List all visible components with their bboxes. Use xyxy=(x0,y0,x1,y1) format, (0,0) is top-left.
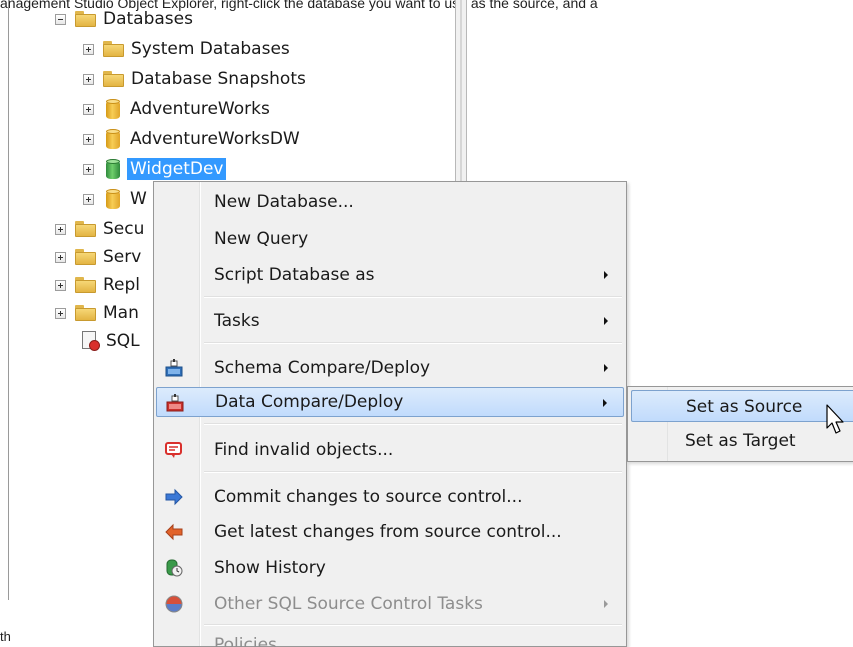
menu-item-label: Policies xyxy=(214,635,277,647)
tree-node-label: Databases xyxy=(103,9,193,29)
menu-item-new-query[interactable]: New Query xyxy=(156,224,624,254)
collapse-icon[interactable] xyxy=(55,13,66,25)
menu-item-policies[interactable]: Policies xyxy=(156,631,624,647)
submenu-item-label: Set as Source xyxy=(686,397,803,417)
menu-item-get-latest-changes[interactable]: Get latest changes from source control..… xyxy=(156,517,624,547)
submenu-arrow-icon xyxy=(604,271,608,279)
pane-splitter[interactable] xyxy=(455,0,467,184)
tree-node-label: AdventureWorks xyxy=(130,99,270,119)
expand-icon[interactable] xyxy=(83,163,94,175)
submenu-arrow-icon xyxy=(603,399,607,407)
submenu-arrow-icon xyxy=(604,600,608,608)
history-icon xyxy=(166,559,183,577)
menu-item-data-compare-deploy[interactable]: Data Compare/Deploy xyxy=(156,387,624,417)
menu-item-script-database-as[interactable]: Script Database as xyxy=(156,260,624,290)
tree-node-databases[interactable]: Databases xyxy=(55,6,193,32)
database-icon xyxy=(106,98,120,120)
tree-node-database-snapshots[interactable]: Database Snapshots xyxy=(83,66,306,92)
menu-item-label: New Query xyxy=(214,229,309,249)
tree-node-adventureworks[interactable]: AdventureWorks xyxy=(83,96,270,122)
tree-node-label: Man xyxy=(103,303,139,323)
folder-icon xyxy=(75,221,96,237)
menu-item-label: Schema Compare/Deploy xyxy=(214,358,431,378)
menu-item-label: Data Compare/Deploy xyxy=(215,392,404,412)
expand-icon[interactable] xyxy=(83,103,94,115)
data-compare-icon xyxy=(166,394,184,412)
expand-icon[interactable] xyxy=(83,193,94,205)
expand-icon[interactable] xyxy=(55,279,66,291)
expand-icon[interactable] xyxy=(55,223,66,235)
submenu-item-set-as-target[interactable]: Set as Target xyxy=(631,425,853,457)
tree-node-widgetdev[interactable]: WidgetDev xyxy=(83,156,227,182)
tree-node-label: SQL xyxy=(106,331,140,351)
menu-item-show-history[interactable]: Show History xyxy=(156,553,624,583)
tree-node-label: Repl xyxy=(103,275,141,295)
tree-node-label: Secu xyxy=(103,219,145,239)
folder-icon xyxy=(75,277,96,293)
submenu-arrow-icon xyxy=(604,364,608,372)
arrow-left-icon xyxy=(165,523,183,541)
find-invalid-objects-icon xyxy=(165,442,182,458)
mouse-cursor-icon xyxy=(826,404,844,434)
tree-node-label: Database Snapshots xyxy=(131,69,306,89)
menu-item-tasks[interactable]: Tasks xyxy=(156,306,624,336)
tree-node-w[interactable]: W xyxy=(83,186,147,212)
menu-separator xyxy=(204,423,622,425)
database-icon xyxy=(106,188,120,210)
menu-separator xyxy=(204,471,622,473)
tree-node-label-selected: WidgetDev xyxy=(127,158,227,180)
expand-icon[interactable] xyxy=(83,133,94,145)
submenu-item-label: Set as Target xyxy=(685,431,796,451)
menu-item-label: Other SQL Source Control Tasks xyxy=(214,594,483,614)
tree-node-management[interactable]: Man xyxy=(55,300,139,326)
context-menu: New Database... New Query Script Databas… xyxy=(153,181,627,647)
source-control-icon xyxy=(165,595,183,613)
arrow-right-icon xyxy=(165,488,183,506)
folder-icon xyxy=(103,41,124,57)
folder-icon xyxy=(75,305,96,321)
tree-node-label: Serv xyxy=(103,247,142,267)
tree-node-adventureworksdw[interactable]: AdventureWorksDW xyxy=(83,126,300,152)
explorer-border xyxy=(8,0,9,600)
data-compare-submenu: Set as Source Set as Target xyxy=(627,386,853,462)
tree-node-security[interactable]: Secu xyxy=(55,216,144,242)
menu-item-label: Commit changes to source control... xyxy=(214,487,523,507)
menu-separator xyxy=(204,342,622,344)
expand-icon[interactable] xyxy=(83,43,94,55)
menu-separator xyxy=(204,624,622,626)
folder-icon xyxy=(75,249,96,265)
tree-node-replication[interactable]: Repl xyxy=(55,272,140,298)
tree-node-server-objects[interactable]: Serv xyxy=(55,244,141,270)
menu-item-other-sql-source-control-tasks[interactable]: Other SQL Source Control Tasks xyxy=(156,589,624,619)
expand-icon[interactable] xyxy=(55,251,66,263)
menu-item-schema-compare-deploy[interactable]: Schema Compare/Deploy xyxy=(156,353,624,383)
database-icon xyxy=(106,128,120,150)
menu-item-label: Find invalid objects... xyxy=(214,440,394,460)
menu-item-commit-changes[interactable]: Commit changes to source control... xyxy=(156,482,624,512)
menu-item-label: Tasks xyxy=(214,311,260,331)
menu-item-label: Script Database as xyxy=(214,265,375,285)
footer-text: th xyxy=(0,629,11,644)
expand-icon[interactable] xyxy=(55,307,66,319)
tree-node-sql-agent[interactable]: SQL xyxy=(82,328,140,354)
tree-node-label: W xyxy=(130,189,147,209)
menu-item-label: New Database... xyxy=(214,192,354,212)
submenu-arrow-icon xyxy=(604,317,608,325)
menu-item-label: Get latest changes from source control..… xyxy=(214,522,562,542)
menu-item-find-invalid-objects[interactable]: Find invalid objects... xyxy=(156,435,624,465)
source-controlled-database-icon xyxy=(106,158,120,180)
folder-icon xyxy=(75,11,96,27)
menu-separator xyxy=(204,296,622,298)
menu-item-new-database[interactable]: New Database... xyxy=(156,187,624,217)
menu-item-label: Show History xyxy=(214,558,326,578)
folder-icon xyxy=(103,71,124,87)
sql-agent-icon xyxy=(82,331,100,351)
tree-node-label: AdventureWorksDW xyxy=(130,129,300,149)
tree-node-system-databases[interactable]: System Databases xyxy=(83,36,290,62)
expand-icon[interactable] xyxy=(83,73,94,85)
tree-node-label: System Databases xyxy=(131,39,290,59)
schema-compare-icon xyxy=(165,359,183,377)
submenu-item-set-as-source[interactable]: Set as Source xyxy=(631,390,853,422)
